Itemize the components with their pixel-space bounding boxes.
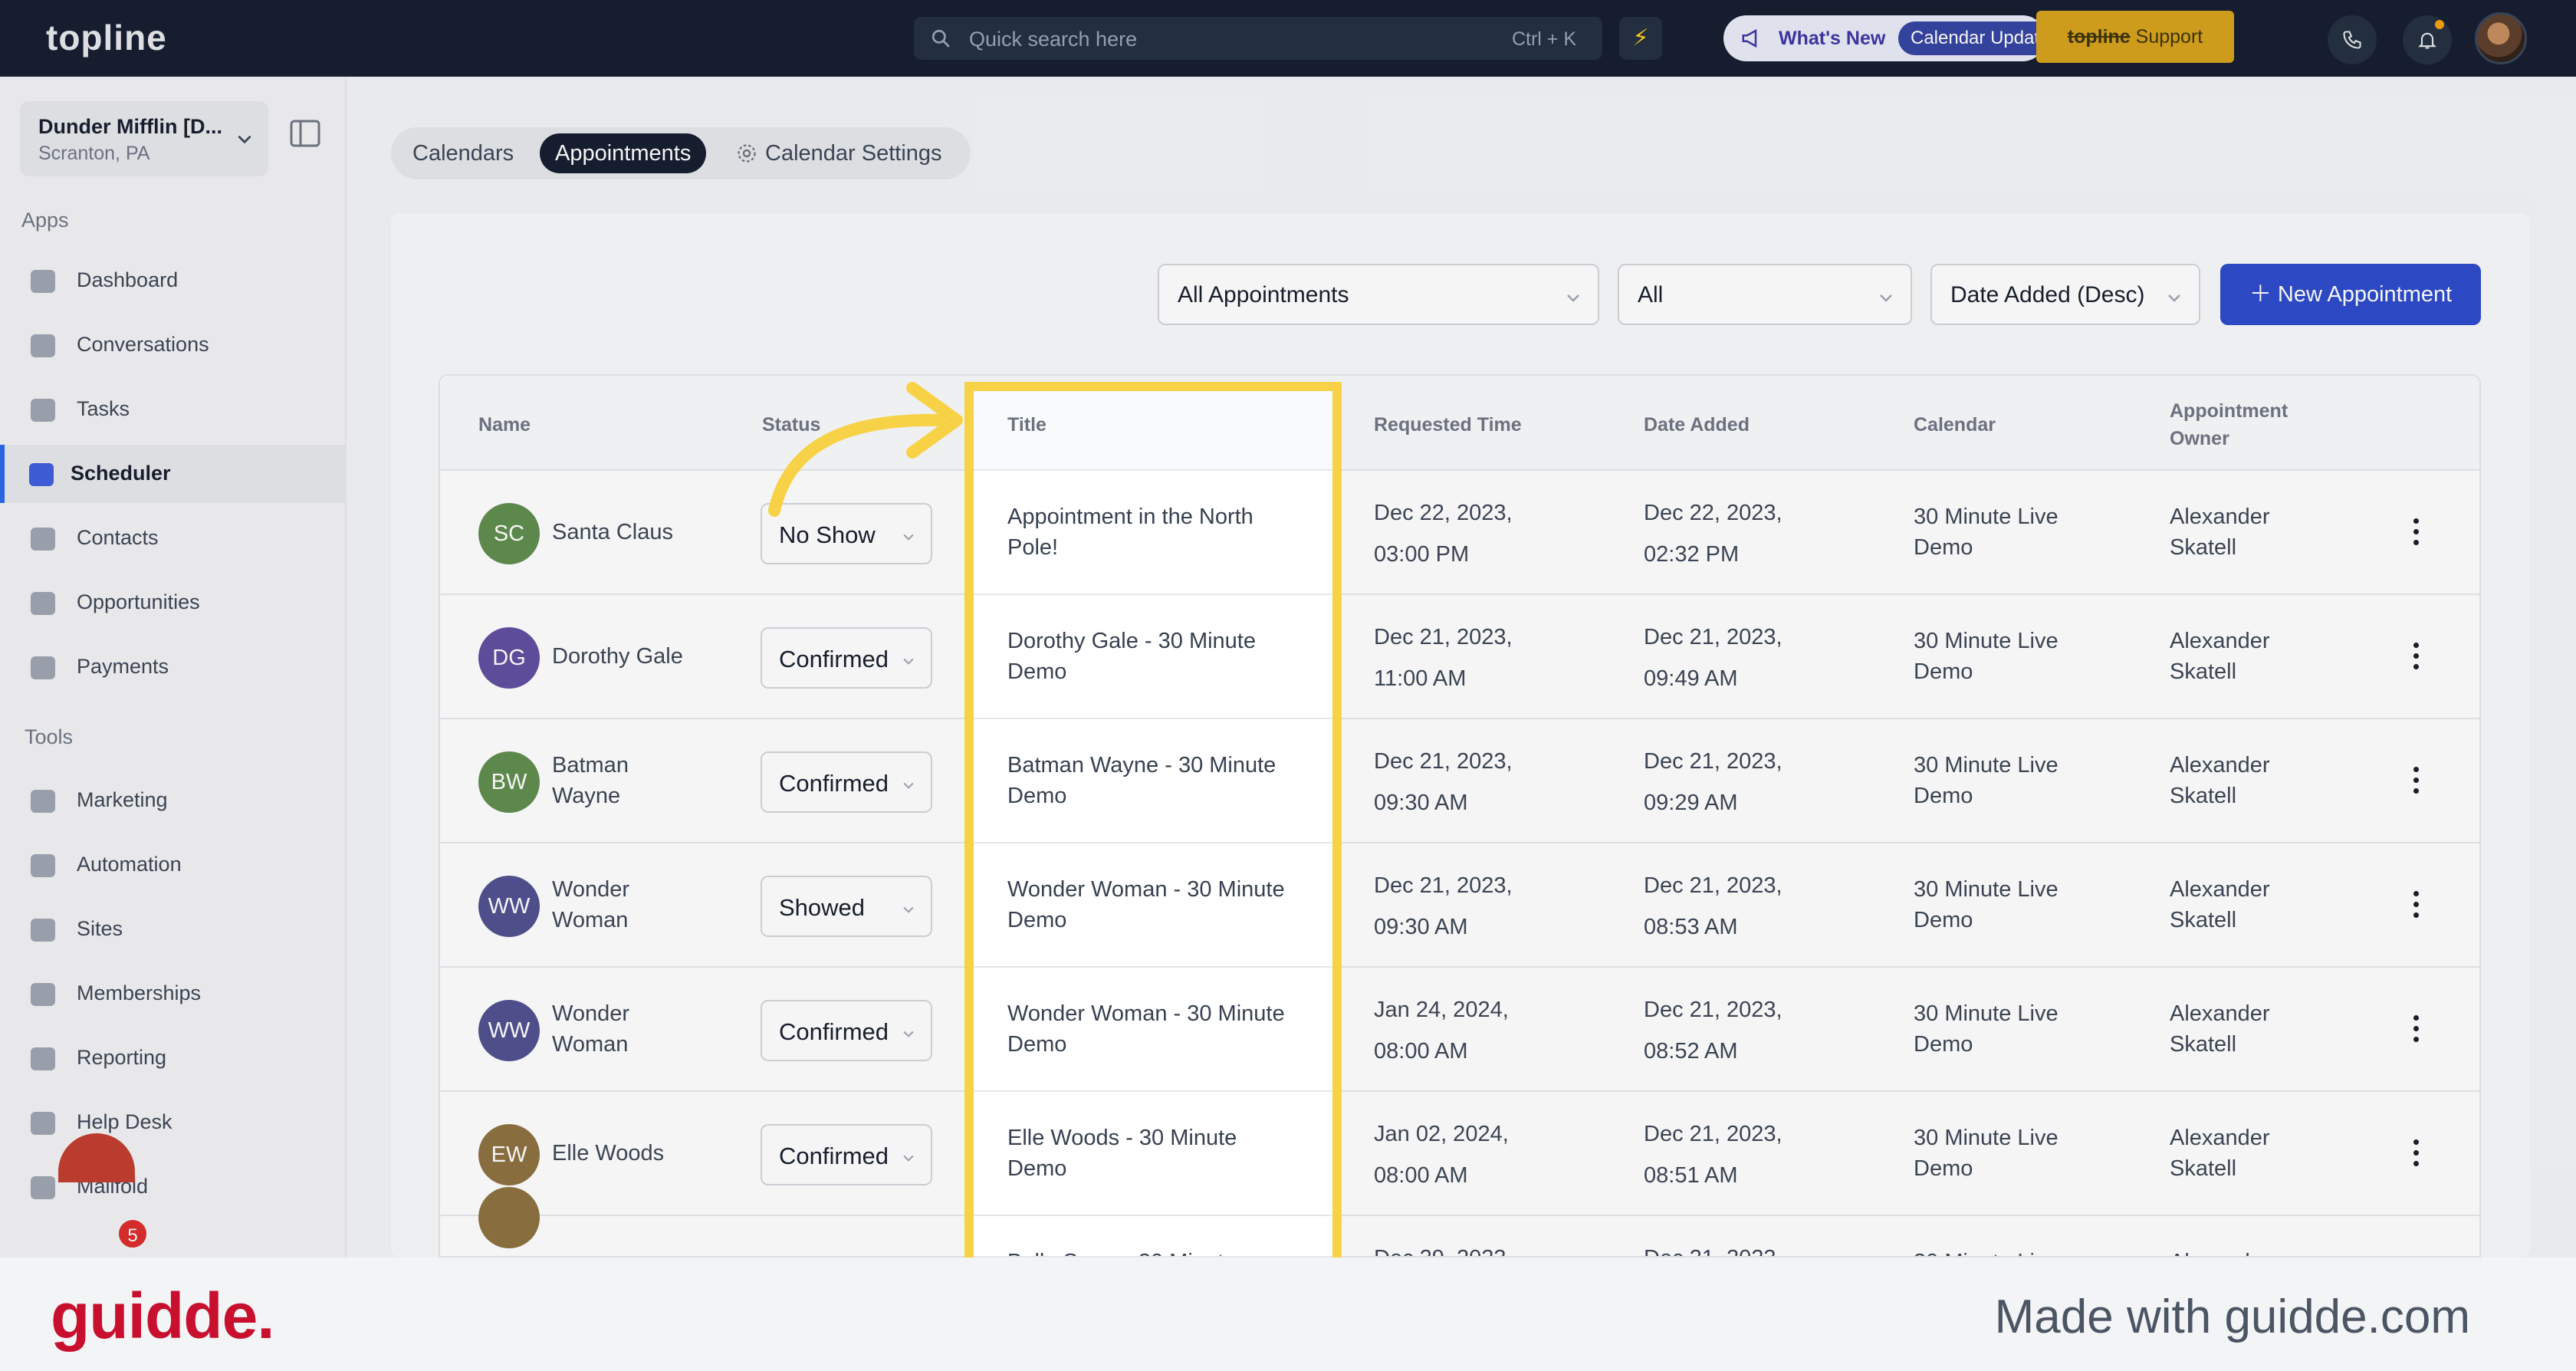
annotation-dim-overlay <box>0 0 964 1258</box>
annotation-arrow-icon <box>768 382 963 517</box>
guidde-footer: guidde. Made with guidde.com <box>0 1258 2576 1371</box>
guidde-logo: guidde. <box>51 1280 275 1352</box>
made-with-guidde: Made with guidde.com <box>1994 1290 2470 1343</box>
annotation-dim-overlay <box>964 0 1342 382</box>
annotation-dim-overlay <box>1342 0 2576 1258</box>
title-column-highlight <box>964 382 1342 1258</box>
